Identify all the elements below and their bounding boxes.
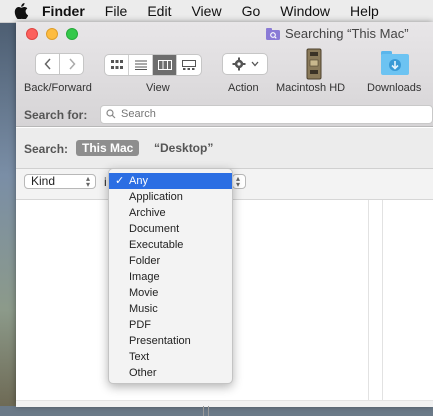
menu-help[interactable]: Help	[350, 3, 379, 19]
search-input[interactable]	[119, 107, 423, 121]
view-label: View	[146, 82, 170, 94]
menu-go[interactable]: Go	[242, 3, 261, 19]
kind-option-movie[interactable]: Movie	[109, 285, 232, 301]
downloads-label: Downloads	[367, 82, 422, 94]
kind-option-executable[interactable]: Executable	[109, 237, 232, 253]
list-view-button[interactable]	[129, 55, 153, 75]
column-view-icon	[157, 60, 172, 70]
kind-option-archive[interactable]: Archive	[109, 205, 232, 221]
scope-label: Search:	[24, 142, 69, 156]
apple-icon[interactable]	[14, 3, 28, 19]
kind-option-folder[interactable]: Folder	[109, 253, 232, 269]
magnifier-icon	[106, 109, 116, 119]
kind-option-image[interactable]: Image	[109, 269, 232, 285]
search-field[interactable]	[100, 105, 433, 124]
search-row: Search for:	[16, 102, 433, 126]
attribute-popup-value: Kind	[31, 174, 56, 188]
kind-dropdown-menu: ✓ Any Application Archive Document Execut…	[108, 168, 233, 384]
macintosh-hd-label: Macintosh HD	[276, 82, 346, 94]
scope-desktop-button[interactable]: “Desktop”	[154, 141, 213, 155]
kind-option-presentation[interactable]: Presentation	[109, 333, 232, 349]
attribute-popup[interactable]: Kind ▴ ▾	[24, 174, 96, 189]
kind-option-document[interactable]: Document	[109, 221, 232, 237]
menu-edit[interactable]: Edit	[147, 3, 171, 19]
view-segmented-control	[104, 54, 202, 76]
column-resize-handle[interactable]	[203, 406, 209, 416]
icon-view-button[interactable]	[105, 55, 129, 75]
up-down-arrows-icon: ▴ ▾	[85, 174, 90, 189]
window-title: Searching “This Mac”	[266, 26, 409, 41]
menu-finder[interactable]: Finder	[42, 3, 85, 19]
operator-prefix: i	[104, 175, 107, 189]
menu-bar: Finder File Edit View Go Window Help	[0, 0, 433, 23]
chevron-right-icon	[68, 58, 76, 70]
hard-drive-icon[interactable]	[304, 48, 324, 80]
gear-icon	[232, 57, 245, 71]
kind-option-other[interactable]: Other	[109, 365, 232, 381]
back-button[interactable]	[35, 53, 60, 75]
menu-view[interactable]: View	[191, 3, 221, 19]
scope-bar: Search: This Mac “Desktop”	[16, 128, 433, 169]
forward-button[interactable]	[59, 53, 84, 75]
back-forward-label: Back/Forward	[24, 82, 92, 94]
kind-option-application[interactable]: Application	[109, 189, 232, 205]
chevron-left-icon	[43, 58, 51, 70]
folder-search-icon	[266, 27, 280, 40]
column-divider[interactable]	[368, 200, 369, 406]
kind-option-music[interactable]: Music	[109, 301, 232, 317]
gallery-view-icon	[182, 60, 196, 70]
gallery-view-button[interactable]	[177, 55, 201, 75]
column-divider[interactable]	[382, 200, 383, 406]
action-label: Action	[228, 82, 259, 94]
kind-popup[interactable]: ▴ ▾	[232, 174, 246, 189]
kind-option-text[interactable]: Text	[109, 349, 232, 365]
list-view-icon	[134, 60, 147, 70]
icon-view-icon	[110, 60, 123, 69]
window-title-text: Searching “This Mac”	[285, 26, 409, 41]
kind-option-pdf[interactable]: PDF	[109, 317, 232, 333]
column-view-button[interactable]	[153, 55, 177, 75]
action-button[interactable]	[222, 53, 268, 75]
checkmark-icon: ✓	[115, 175, 125, 187]
close-button[interactable]	[26, 28, 38, 40]
minimize-button[interactable]	[46, 28, 58, 40]
downloads-folder-icon[interactable]	[380, 50, 410, 76]
menu-window[interactable]: Window	[280, 3, 330, 19]
search-for-label: Search for:	[24, 108, 88, 122]
chevron-down-icon	[251, 61, 258, 67]
up-down-arrows-icon: ▴ ▾	[235, 174, 240, 189]
zoom-button[interactable]	[66, 28, 78, 40]
scope-this-mac-button[interactable]: This Mac	[76, 140, 140, 156]
menu-file[interactable]: File	[105, 3, 128, 19]
toolbar: Searching “This Mac” Back/Forward View A…	[16, 22, 433, 127]
kind-option-any[interactable]: ✓ Any	[109, 173, 232, 189]
